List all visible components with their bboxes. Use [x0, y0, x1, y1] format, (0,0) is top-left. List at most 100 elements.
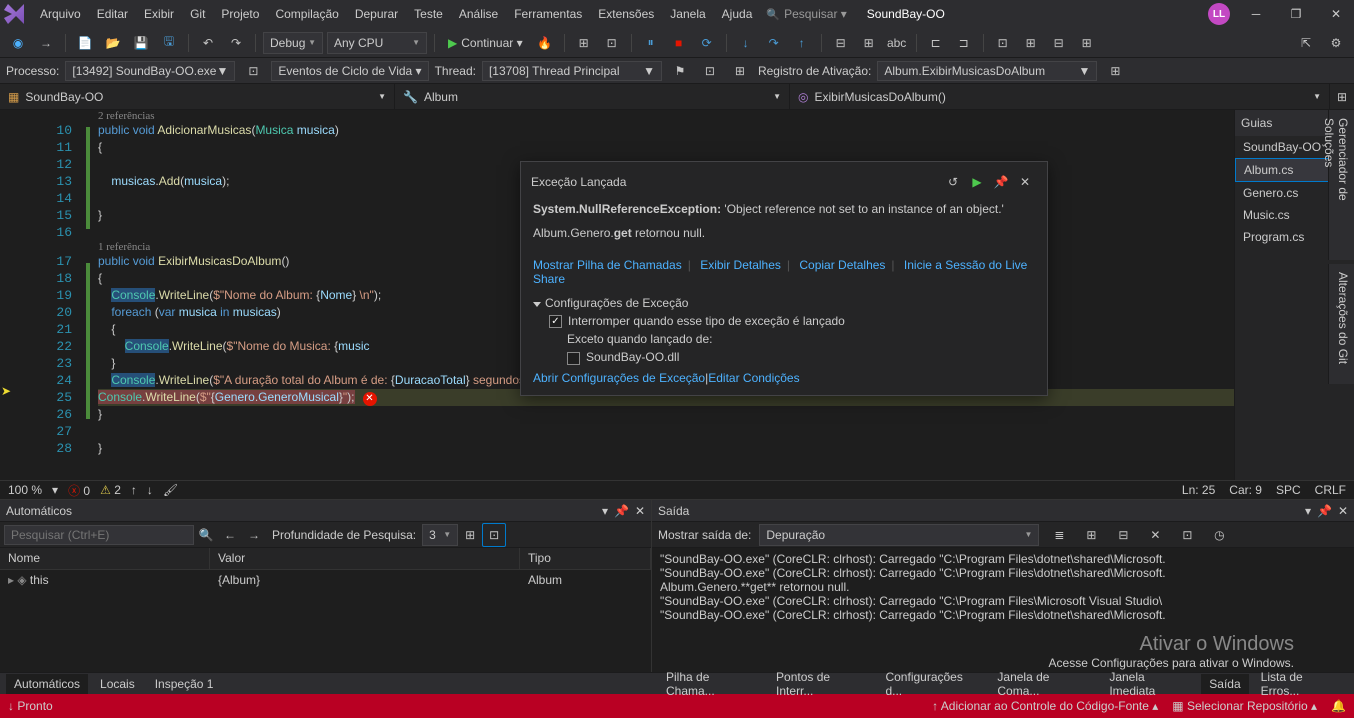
menu-exibir[interactable]: Exibir [136, 3, 182, 25]
tb-icon-3[interactable]: ⊟ [829, 31, 853, 55]
nav-back-icon[interactable]: ◉ [6, 31, 30, 55]
indent-indicator[interactable]: SPC [1276, 483, 1301, 497]
eol-indicator[interactable]: CRLF [1315, 483, 1346, 497]
out-icon-5[interactable]: ⊡ [1175, 523, 1199, 547]
out-icon-4[interactable]: ✕ [1143, 523, 1167, 547]
except-dll-checkbox[interactable] [567, 352, 580, 365]
lifecycle-select[interactable]: Eventos de Ciclo de Vida ▾ [271, 61, 428, 81]
pin-icon[interactable]: 📌 [614, 504, 629, 518]
tb-icon-10[interactable]: ⊟ [1047, 31, 1071, 55]
pin-icon[interactable]: 📌 [989, 170, 1013, 194]
tb-icon-2[interactable]: ⊡ [600, 31, 624, 55]
col-value[interactable]: Valor [210, 548, 520, 569]
pin-icon[interactable]: 📌 [1317, 504, 1332, 518]
link-details[interactable]: Exibir Detalhes [700, 258, 781, 272]
tab-output[interactable]: Saída [1201, 674, 1248, 694]
repo-select-button[interactable]: ▦ Selecionar Repositório ▴ [1172, 699, 1317, 713]
history-icon[interactable]: ↺ [941, 170, 965, 194]
link-callstack[interactable]: Mostrar Pilha de Chamadas [533, 258, 682, 272]
bell-icon[interactable]: 🔔 [1331, 699, 1346, 713]
nav-split-icon[interactable]: ⊞ [1330, 85, 1354, 109]
autos-icon-1[interactable]: ⊞ [458, 523, 482, 547]
nav-fwd-icon[interactable]: → [34, 31, 58, 55]
feedback-icon[interactable]: ⚙ [1324, 31, 1348, 55]
error-icon[interactable]: ✕ [363, 392, 377, 406]
step-over-icon[interactable]: ↷ [762, 31, 786, 55]
menu-ajuda[interactable]: Ajuda [714, 3, 761, 25]
tb-icon-5[interactable]: abc [885, 31, 909, 55]
tb-icon-9[interactable]: ⊞ [1019, 31, 1043, 55]
tab-exc-settings[interactable]: Configurações d... [877, 667, 985, 701]
menu-depurar[interactable]: Depurar [347, 3, 406, 25]
line-indicator[interactable]: Ln: 25 [1182, 483, 1215, 497]
minimize-icon[interactable]: ─ [1242, 3, 1270, 25]
stop-icon[interactable]: ■ [667, 31, 691, 55]
link-open-settings[interactable]: Abrir Configurações de Exceção [533, 371, 705, 385]
arrow-left-icon[interactable]: ← [218, 523, 242, 547]
depth-select[interactable]: 3▼ [422, 524, 458, 546]
tb-icon-7[interactable]: ⊐ [952, 31, 976, 55]
menu-extensoes[interactable]: Extensões [590, 3, 662, 25]
step-out-icon[interactable]: ↑ [790, 31, 814, 55]
search-icon[interactable]: 🔍 [194, 523, 218, 547]
undo-icon[interactable]: ↶ [196, 31, 220, 55]
dbg-icon-2[interactable]: ⚑ [668, 59, 692, 83]
tab-immediate[interactable]: Janela Imediata [1101, 667, 1197, 701]
nav-project[interactable]: ▦SoundBay-OO▼ [0, 84, 395, 109]
error-count[interactable]: ⓧ 0 [68, 482, 90, 499]
menu-ferramentas[interactable]: Ferramentas [506, 3, 590, 25]
arrow-right-icon[interactable]: → [242, 523, 266, 547]
tb-icon-4[interactable]: ⊞ [857, 31, 881, 55]
tb-icon-6[interactable]: ⊏ [924, 31, 948, 55]
hot-reload-icon[interactable]: 🔥 [533, 31, 557, 55]
new-file-icon[interactable]: 📄 [73, 31, 97, 55]
redo-icon[interactable]: ↷ [224, 31, 248, 55]
restart-icon[interactable]: ⟳ [695, 31, 719, 55]
menu-git[interactable]: Git [182, 3, 213, 25]
break-on-throw-checkbox[interactable] [549, 315, 562, 328]
config-select[interactable]: Debug▼ [263, 32, 323, 54]
source-control-button[interactable]: ↑ Adicionar ao Controle do Código-Fonte … [932, 699, 1158, 713]
out-icon-2[interactable]: ⊞ [1079, 523, 1103, 547]
tab-command[interactable]: Janela de Coma... [989, 667, 1097, 701]
output-source-select[interactable]: Depuração▼ [759, 524, 1039, 546]
link-copy[interactable]: Copiar Detalhes [799, 258, 885, 272]
search-box[interactable]: Pesquisar ▾ [766, 7, 846, 21]
continue-icon[interactable]: ▶ [965, 170, 989, 194]
dropdown-icon[interactable]: ▾ [602, 504, 608, 518]
warning-count[interactable]: ⚠ 2 [100, 483, 121, 497]
close-popup-icon[interactable]: ✕ [1013, 170, 1037, 194]
col-name[interactable]: Nome [0, 548, 210, 569]
close-icon[interactable]: ✕ [1338, 504, 1348, 518]
tab-errorlist[interactable]: Lista de Erros... [1253, 667, 1348, 701]
out-icon-1[interactable]: ≣ [1047, 523, 1071, 547]
menu-arquivo[interactable]: Arquivo [32, 3, 89, 25]
close-icon[interactable]: ✕ [1322, 3, 1350, 25]
out-icon-6[interactable]: ◷ [1207, 523, 1231, 547]
tab-autos[interactable]: Automáticos [6, 674, 88, 694]
dbg-icon-4[interactable]: ⊞ [728, 59, 752, 83]
save-all-icon[interactable]: 🖫 [157, 31, 181, 55]
platform-select[interactable]: Any CPU▼ [327, 32, 427, 54]
menu-janela[interactable]: Janela [662, 3, 713, 25]
menu-projeto[interactable]: Projeto [213, 3, 267, 25]
col-indicator[interactable]: Car: 9 [1229, 483, 1262, 497]
dbg-icon-5[interactable]: ⊞ [1103, 59, 1127, 83]
close-icon[interactable]: ✕ [635, 504, 645, 518]
tab-callstack[interactable]: Pilha de Chama... [658, 667, 764, 701]
autos-icon-2[interactable]: ⊡ [482, 523, 506, 547]
thread-select[interactable]: [13708] Thread Principal▼ [482, 61, 662, 81]
autos-row[interactable]: ▸ ◈ this {Album} Album [0, 570, 651, 590]
tb-icon-1[interactable]: ⊞ [572, 31, 596, 55]
dbg-icon-3[interactable]: ⊡ [698, 59, 722, 83]
open-icon[interactable]: 📂 [101, 31, 125, 55]
menu-compilacao[interactable]: Compilação [267, 3, 346, 25]
continue-button[interactable]: ▶Continuar ▾ [442, 32, 529, 54]
process-select[interactable]: [13492] SoundBay-OO.exe▼ [65, 61, 235, 81]
nav-down-icon[interactable]: ↓ [147, 483, 153, 497]
nav-class[interactable]: 🔧Album▼ [395, 84, 790, 109]
tab-watch[interactable]: Inspeção 1 [147, 674, 222, 694]
dropdown-icon[interactable]: ▾ [1305, 504, 1311, 518]
save-icon[interactable]: 💾 [129, 31, 153, 55]
tb-icon-11[interactable]: ⊞ [1075, 31, 1099, 55]
